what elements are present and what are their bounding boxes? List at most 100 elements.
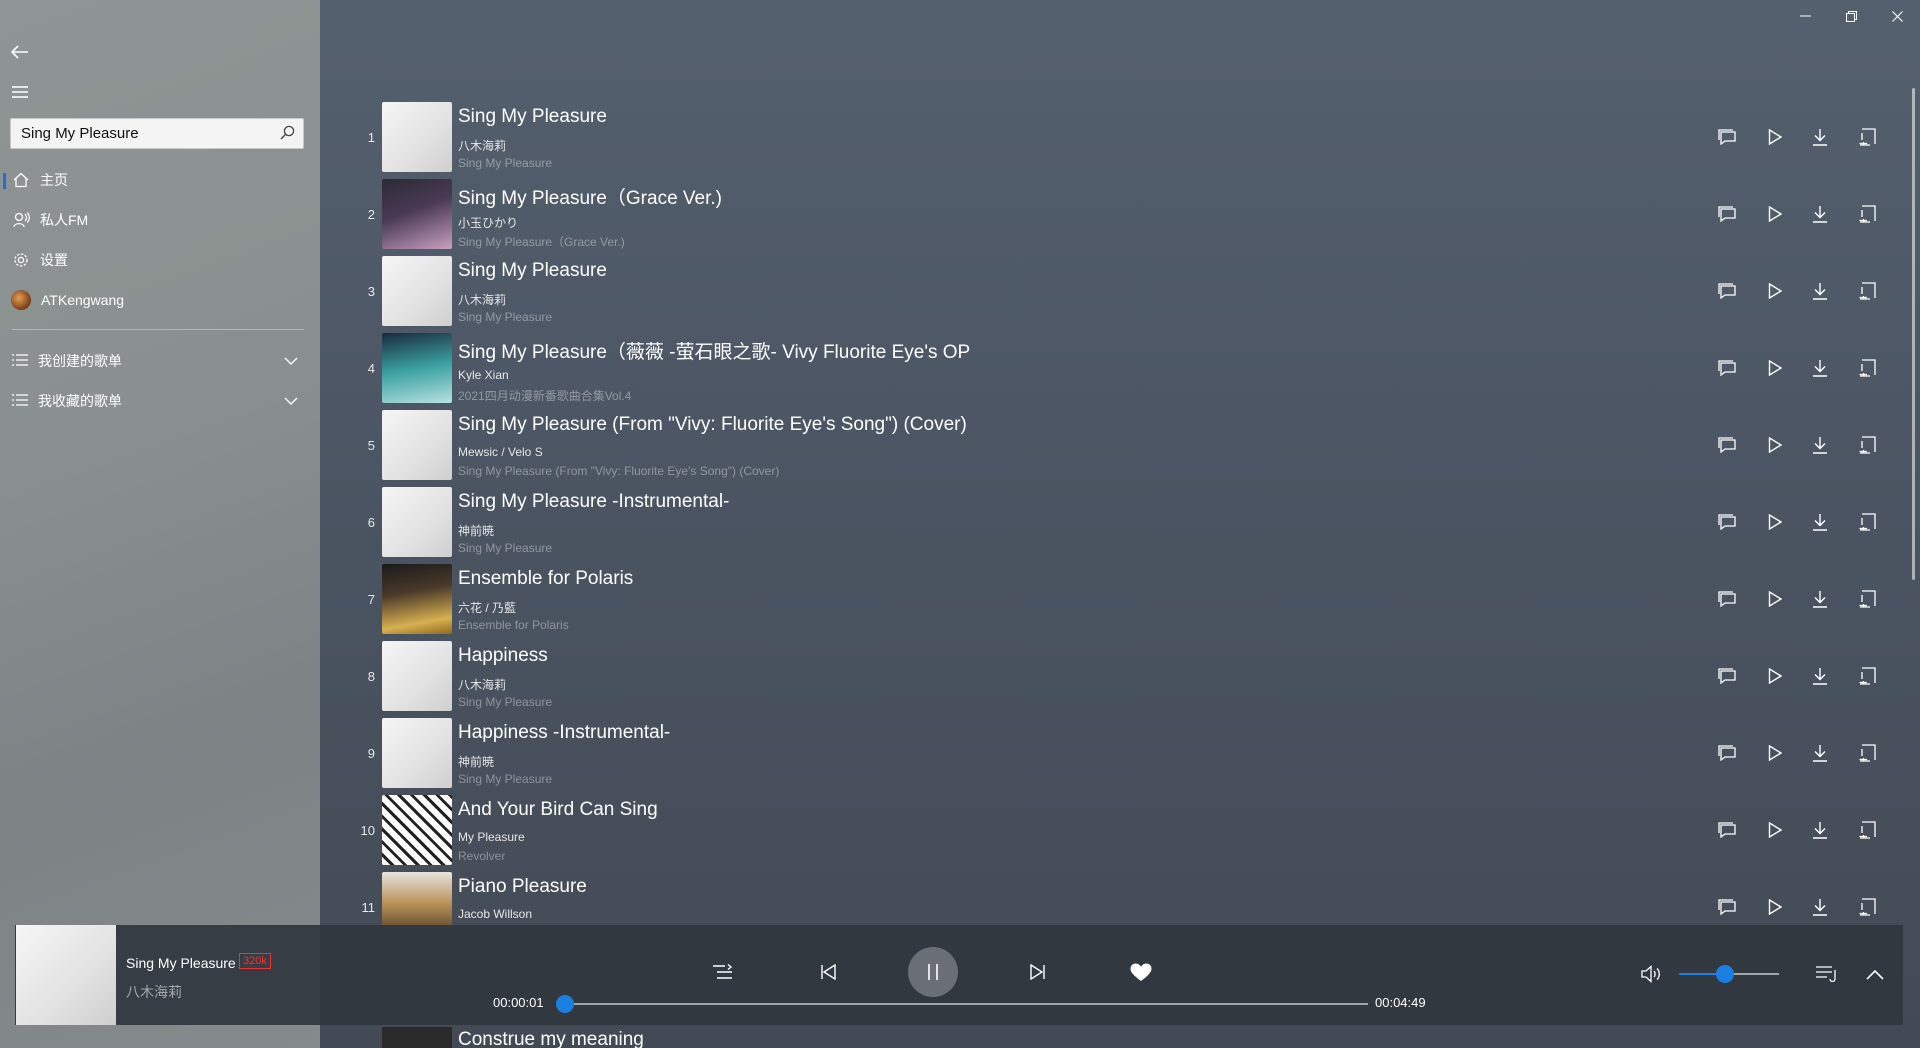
song-album[interactable]: Sing My Pleasure (458, 310, 552, 324)
add-to-playlist-button[interactable] (1855, 894, 1881, 920)
play-song-button[interactable] (1762, 432, 1788, 458)
download-button[interactable] (1807, 432, 1833, 458)
add-to-playlist-button[interactable] (1855, 278, 1881, 304)
song-row[interactable]: 2 Sing My Pleasure（Grace Ver.) 小玉ひかり Sing M… (350, 177, 1910, 254)
search-button[interactable] (280, 125, 295, 145)
add-to-playlist-button[interactable] (1855, 509, 1881, 535)
song-album[interactable]: Sing My Pleasure（Grace Ver.) (458, 233, 625, 250)
volume-button[interactable] (1639, 961, 1665, 987)
comment-button[interactable] (1715, 124, 1741, 150)
song-row[interactable]: 1 Sing My Pleasure 八木海莉 Sing My Pleasure (350, 100, 1910, 177)
download-button[interactable] (1807, 894, 1833, 920)
download-button[interactable] (1807, 124, 1833, 150)
like-button[interactable] (1128, 959, 1154, 985)
song-artist[interactable]: My Pleasure (458, 830, 525, 844)
song-row[interactable]: 9 Happiness -Instrumental- 神前暁 Sing My Plea… (350, 716, 1910, 793)
song-row[interactable]: 10 And Your Bird Can Sing My Pleasure Revol… (350, 793, 1910, 870)
song-artist[interactable]: 八木海莉 (458, 676, 506, 693)
song-album[interactable]: Revolver (458, 849, 505, 863)
song-artist[interactable]: Jacob Willson (458, 907, 532, 921)
song-artist[interactable]: 六花 / 乃藍 (458, 599, 516, 616)
minimize-button[interactable] (1782, 0, 1828, 32)
add-to-playlist-button[interactable] (1855, 663, 1881, 689)
song-album[interactable]: Sing My Pleasure (458, 695, 552, 709)
chevron-down-icon[interactable] (284, 393, 298, 409)
play-song-button[interactable] (1762, 894, 1788, 920)
song-album[interactable]: Ensemble for Polaris (458, 618, 569, 632)
lyrics-list-button[interactable] (1814, 961, 1840, 987)
song-album[interactable]: Sing My Pleasure (458, 772, 552, 786)
add-to-playlist-button[interactable] (1855, 124, 1881, 150)
download-button[interactable] (1807, 278, 1833, 304)
comment-button[interactable] (1715, 355, 1741, 381)
comment-button[interactable] (1715, 894, 1741, 920)
comment-button[interactable] (1715, 278, 1741, 304)
sidebar-item-home[interactable]: 主页 (0, 164, 320, 196)
progress-thumb[interactable] (556, 995, 575, 1013)
download-button[interactable] (1807, 509, 1833, 535)
comment-button[interactable] (1715, 740, 1741, 766)
comment-button[interactable] (1715, 509, 1741, 535)
add-to-playlist-button[interactable] (1855, 201, 1881, 227)
restore-button[interactable] (1828, 0, 1874, 32)
next-button[interactable] (1025, 959, 1051, 985)
collected-playlists-group[interactable]: 我收藏的歌单 (0, 385, 320, 417)
song-album[interactable]: Sing My Pleasure (458, 541, 552, 555)
add-to-playlist-button[interactable] (1855, 817, 1881, 843)
add-to-playlist-button[interactable] (1855, 432, 1881, 458)
song-artist[interactable]: 神前暁 (458, 522, 494, 539)
song-artist[interactable]: 神前暁 (458, 753, 494, 770)
volume-thumb[interactable] (1716, 965, 1734, 983)
progress-track[interactable] (563, 1003, 1368, 1005)
add-to-playlist-button[interactable] (1855, 586, 1881, 612)
now-playing-artist[interactable]: 八木海莉 (126, 982, 182, 1002)
play-song-button[interactable] (1762, 740, 1788, 766)
play-song-button[interactable] (1762, 124, 1788, 150)
comment-button[interactable] (1715, 663, 1741, 689)
sidebar-item-settings[interactable]: 设置 (0, 244, 320, 276)
song-artist[interactable]: 八木海莉 (458, 137, 506, 154)
play-song-button[interactable] (1762, 817, 1788, 843)
play-song-button[interactable] (1762, 509, 1788, 535)
song-album[interactable]: Sing My Pleasure (458, 156, 552, 170)
add-to-playlist-button[interactable] (1855, 355, 1881, 381)
scrollbar[interactable] (1912, 88, 1915, 580)
song-row[interactable]: 5 Sing My Pleasure (From "Vivy: Fluorite … (350, 408, 1910, 485)
song-artist[interactable]: 八木海莉 (458, 291, 506, 308)
song-album[interactable]: Sing My Pleasure (From "Vivy: Fluorite E… (458, 464, 779, 478)
pause-button[interactable] (908, 947, 958, 997)
download-button[interactable] (1807, 586, 1833, 612)
song-artist[interactable]: Mewsic / Velo S (458, 445, 543, 459)
now-playing-cover[interactable] (16, 925, 116, 1025)
comment-button[interactable] (1715, 586, 1741, 612)
play-song-button[interactable] (1762, 663, 1788, 689)
play-song-button[interactable] (1762, 355, 1788, 381)
expand-button[interactable] (1862, 961, 1888, 987)
download-button[interactable] (1807, 355, 1833, 381)
song-artist[interactable]: 小玉ひかり (458, 214, 518, 231)
play-song-button[interactable] (1762, 201, 1788, 227)
comment-button[interactable] (1715, 432, 1741, 458)
created-playlists-group[interactable]: 我创建的歌单 (0, 345, 320, 377)
song-row[interactable]: 6 Sing My Pleasure -Instrumental- 神前暁 Sing … (350, 485, 1910, 562)
play-song-button[interactable] (1762, 586, 1788, 612)
download-button[interactable] (1807, 817, 1833, 843)
song-row[interactable]: 11 Piano Pleasure Jacob Willson (350, 870, 1910, 925)
play-song-button[interactable] (1762, 278, 1788, 304)
song-row[interactable]: 3 Sing My Pleasure 八木海莉 Sing My Pleasure (350, 254, 1910, 331)
song-album[interactable]: 2021四月动漫新番歌曲合集Vol.4 (458, 387, 631, 404)
chevron-down-icon[interactable] (284, 353, 298, 369)
previous-button[interactable] (815, 959, 841, 985)
song-row[interactable]: 4 Sing My Pleasure（薇薇 -萤石眼之歌- Vivy Fluori… (350, 331, 1910, 408)
sidebar-item-fm[interactable]: 私人FM (0, 204, 320, 236)
song-artist[interactable]: Kyle Xian (458, 368, 509, 382)
close-button[interactable] (1874, 0, 1920, 32)
download-button[interactable] (1807, 201, 1833, 227)
back-button[interactable] (8, 40, 32, 64)
hamburger-menu-button[interactable] (8, 80, 32, 104)
song-row[interactable]: 8 Happiness 八木海莉 Sing My Pleasure (350, 639, 1910, 716)
add-to-playlist-button[interactable] (1855, 740, 1881, 766)
playlist-queue-button[interactable] (710, 959, 736, 985)
search-input[interactable] (11, 119, 261, 148)
comment-button[interactable] (1715, 201, 1741, 227)
